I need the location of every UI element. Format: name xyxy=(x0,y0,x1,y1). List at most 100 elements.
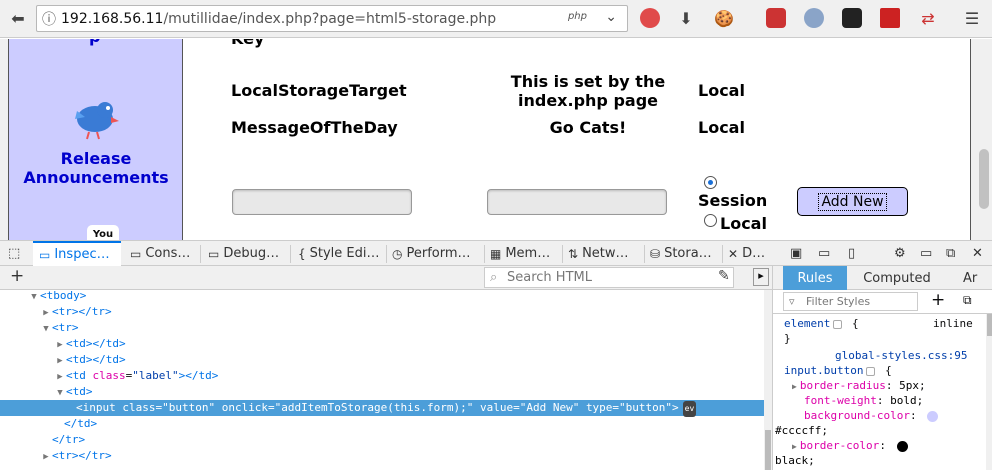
toggle-sidebar-icon[interactable]: ▸ xyxy=(753,268,769,286)
css-declaration[interactable]: font-weight: bold; xyxy=(804,393,923,408)
tab-inspector[interactable]: ▭ Inspec… xyxy=(33,241,121,266)
markup-node[interactable]: ▼ <td> xyxy=(0,384,764,400)
back-arrow-icon[interactable]: ⬅ xyxy=(4,5,32,31)
gear-icon[interactable] xyxy=(866,366,876,376)
color-swatch-icon[interactable] xyxy=(896,440,908,452)
scrollbar-thumb[interactable] xyxy=(765,430,771,470)
tab-network[interactable]: ⇅ Netw… xyxy=(566,241,642,266)
url-bar[interactable]: ⓘ 192.168.56.11/mutillidae/index.php?pag… xyxy=(36,5,628,32)
css-value[interactable]: black; xyxy=(775,453,815,468)
tab-style-editor[interactable]: {Style Edi… xyxy=(294,241,384,266)
storage-value: This is set by the index.php page xyxy=(510,72,666,110)
hamburger-menu-icon[interactable]: ☰ xyxy=(958,5,986,31)
split-console-icon[interactable]: ▭ xyxy=(818,241,840,266)
extension-icon[interactable] xyxy=(842,8,862,28)
pick-element-icon[interactable]: ⬚ xyxy=(8,241,28,266)
add-node-icon[interactable]: + xyxy=(10,266,24,286)
local-radio[interactable] xyxy=(704,214,717,227)
hackbar-extension-icon[interactable] xyxy=(640,8,660,28)
browser-toolbar: ⬅ ⓘ 192.168.56.11/mutillidae/index.php?p… xyxy=(0,0,992,38)
tab-performance[interactable]: ◷ Perform… xyxy=(390,241,480,266)
youtube-icon[interactable]: You xyxy=(87,225,119,240)
markup-node[interactable]: </td> xyxy=(0,416,764,432)
extension-icon[interactable] xyxy=(804,8,824,28)
value-input[interactable] xyxy=(487,189,667,215)
page-body: p Release Announcements You Key LocalSto… xyxy=(8,39,971,240)
chevron-down-icon[interactable]: ⌄ xyxy=(605,9,617,25)
search-html-input[interactable]: ⌕ Search HTML xyxy=(484,267,734,288)
info-icon[interactable]: ⓘ xyxy=(37,9,61,29)
markup-node[interactable]: ▶ <td class="label"></td> xyxy=(0,368,764,384)
tab-storage[interactable]: ⛁ Stora… xyxy=(648,241,718,266)
markup-node-selected[interactable]: <input class="button" onclick="addItemTo… xyxy=(0,400,764,417)
markup-node[interactable]: ▼ <tr> xyxy=(0,320,764,336)
console-icon: ▭ xyxy=(130,246,142,261)
dock-layout-icon[interactable]: ▣ xyxy=(790,241,812,266)
css-declaration[interactable]: ▶ border-radius: 5px; xyxy=(792,378,926,394)
filter-icon: ▿ xyxy=(789,295,795,308)
markup-node[interactable]: </tr> xyxy=(0,432,764,448)
markup-node[interactable]: ▶ <td></td> xyxy=(0,336,764,352)
stylesheet-link[interactable]: global-styles.css:95 xyxy=(835,348,967,363)
add-rule-icon[interactable]: + xyxy=(931,290,945,310)
sidebar-tabs: Rules Computed Ar xyxy=(773,266,992,290)
gear-icon[interactable] xyxy=(833,319,843,329)
debugger-icon: ▭ xyxy=(208,246,220,261)
scrollbar-thumb[interactable] xyxy=(987,314,992,336)
extension-icon[interactable] xyxy=(880,8,900,28)
rules-scrollbar[interactable] xyxy=(986,314,992,470)
scrollbar-thumb[interactable] xyxy=(979,149,989,209)
cookie-icon[interactable]: 🍪 xyxy=(710,5,738,31)
settings-gear-icon[interactable]: ⚙ xyxy=(894,241,914,266)
tab-computed[interactable]: Computed xyxy=(853,266,941,290)
undock-icon[interactable]: ⧉ xyxy=(946,241,966,266)
markup-node[interactable]: ▶ <tr></tr> xyxy=(0,448,764,464)
download-icon[interactable]: ⬇ xyxy=(672,5,700,31)
tab-console[interactable]: ▭ Cons… xyxy=(126,241,194,266)
markup-node[interactable]: ▶ <td></td> xyxy=(0,352,764,368)
tab-dom[interactable]: ✕ D… xyxy=(726,241,774,266)
css-declaration[interactable]: background-color: xyxy=(804,408,939,423)
session-radio[interactable] xyxy=(704,176,717,189)
tab-rules[interactable]: Rules xyxy=(783,266,847,290)
expand-triangle-icon[interactable]: ▶ xyxy=(792,442,797,451)
expand-triangle-icon[interactable]: ▶ xyxy=(792,382,797,391)
tab-debugger[interactable]: ▭ Debug… xyxy=(204,241,282,266)
tab-animations[interactable]: Ar xyxy=(953,266,992,290)
pseudo-class-toggle-icon[interactable]: ⧉ xyxy=(963,293,972,308)
rule-source-inline[interactable]: inline xyxy=(933,316,973,331)
inspector-toolbar: + ⌕ Search HTML ✎ ▸ xyxy=(0,266,772,290)
filter-bar: ▿ Filter Styles + ⧉ xyxy=(773,290,992,314)
sidebar: p Release Announcements You xyxy=(9,39,183,240)
add-new-button[interactable]: Add New xyxy=(797,187,908,216)
inspector-icon: ▭ xyxy=(39,247,51,262)
event-badge-icon[interactable]: ev xyxy=(682,401,697,417)
storage-type: Local xyxy=(698,81,745,100)
dock-side-icon[interactable]: ▭ xyxy=(920,241,940,266)
eyedropper-icon[interactable]: ✎ xyxy=(718,268,730,284)
markup-node[interactable]: ▶ <tr></tr> xyxy=(0,304,764,320)
filter-styles-input[interactable]: ▿ Filter Styles xyxy=(783,292,918,311)
css-declaration[interactable]: ▶ border-color: xyxy=(792,438,908,454)
extension-icon[interactable] xyxy=(766,8,786,28)
css-value[interactable]: #ccccff; xyxy=(775,423,828,438)
responsive-design-icon[interactable]: ▯ xyxy=(848,241,870,266)
storage-key: LocalStorageTarget xyxy=(231,81,407,100)
key-input[interactable] xyxy=(232,189,412,215)
color-swatch-icon[interactable] xyxy=(927,410,939,422)
page-scrollbar[interactable] xyxy=(976,39,992,240)
markup-scrollbar[interactable] xyxy=(764,290,772,470)
storage-type: Local xyxy=(698,118,745,137)
twitter-bird-icon[interactable] xyxy=(71,99,123,141)
release-announcements-link[interactable]: Release Announcements xyxy=(9,149,183,187)
tab-memory[interactable]: ▦ Mem… xyxy=(488,241,560,266)
swap-arrows-icon[interactable]: ⇄ xyxy=(914,5,942,31)
sidebar-partial-text: p xyxy=(89,39,100,46)
url-text[interactable]: 192.168.56.11/mutillidae/index.php?page=… xyxy=(61,11,496,27)
storage-key: MessageOfTheDay xyxy=(231,118,398,137)
close-icon[interactable]: ✕ xyxy=(972,241,988,266)
markup-node[interactable]: ▼ <tbody> xyxy=(0,290,764,304)
web-content: p Release Announcements You Key LocalSto… xyxy=(0,39,992,240)
storage-value: Go Cats! xyxy=(549,118,627,137)
rule-input-button: input.button { xyxy=(784,364,892,377)
